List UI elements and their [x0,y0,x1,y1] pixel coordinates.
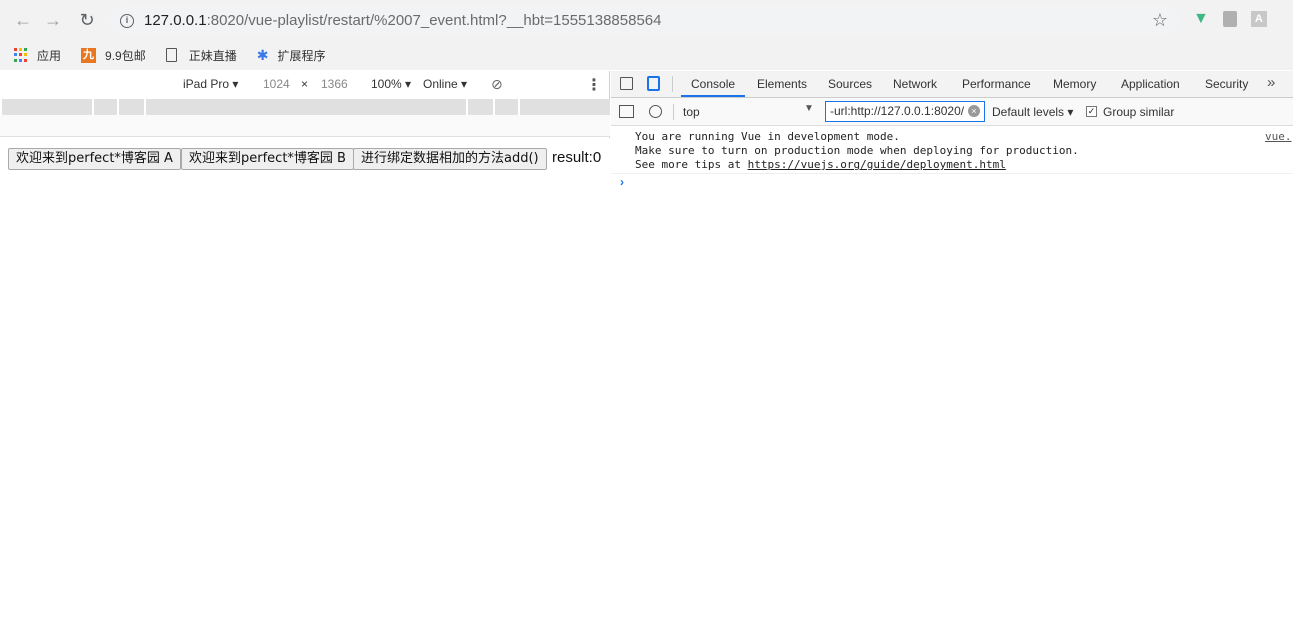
reload-button[interactable]: ↻ [72,5,102,35]
address-bar-row: ← → ↻ i 127.0.0.1:8020/vue-playlist/rest… [0,0,1293,40]
bookmarks-bar: 应用 九 9.9包邮 正妹直播 ✱ 扩展程序 [0,40,1293,70]
tab-console[interactable]: Console [691,77,735,91]
forward-button[interactable]: → [38,5,68,35]
bookmark-label: 9.9包邮 [105,48,146,63]
media-query-bar[interactable] [2,99,610,115]
tab-performance[interactable]: Performance [962,77,1031,91]
group-similar-checkbox[interactable]: ✓ [1086,106,1097,117]
more-options-icon[interactable]: ⋮ [586,75,602,95]
nine-logo-icon: 九 [81,47,97,63]
device-width[interactable]: 1024 [263,77,290,91]
divider [673,104,674,120]
url-host: 127.0.0.1 [144,12,207,29]
bookmark-label: 正妹直播 [188,48,237,63]
extension-icon[interactable] [1222,11,1237,27]
extension-icons: ▼ A [1193,10,1267,28]
console-line: You are running Vue in development mode. [635,130,900,143]
tab-application[interactable]: Application [1121,77,1180,91]
apps-grid-icon [14,48,28,62]
zoom-select[interactable]: 100% ▾ [371,77,411,91]
source-link[interactable]: vue. [1265,130,1292,143]
omnibox[interactable]: i 127.0.0.1:8020/vue-playlist/restart/%2… [110,6,1180,35]
log-levels-select[interactable]: Default levels ▾ [992,105,1073,119]
device-toggle-icon[interactable] [647,76,660,91]
rotate-icon[interactable]: ⊘ [491,76,503,93]
result-text: result:0 [552,149,602,166]
bookmark-9-9[interactable]: 九 9.9包邮 [81,47,146,64]
info-icon[interactable]: i [120,13,134,28]
inspect-element-icon[interactable] [620,77,633,90]
clear-console-icon[interactable] [649,105,662,118]
ruler-strip [0,115,610,137]
tab-network[interactable]: Network [893,77,937,91]
vue-devtools-icon[interactable]: ▼ [1193,10,1209,28]
more-tabs-icon[interactable]: » [1267,74,1275,91]
welcome-b-button[interactable]: 欢迎来到perfect*博客园 B [181,148,354,170]
device-select[interactable]: iPad Pro ▾ [183,77,238,91]
console-sidebar-icon[interactable] [619,105,634,118]
console-line: Make sure to turn on production mode whe… [635,144,1079,157]
console-prompt-icon[interactable]: › [620,175,624,189]
caret-down-icon[interactable]: ▼ [804,103,814,114]
group-similar-label: Group similar [1103,105,1175,119]
extension-a-icon[interactable]: A [1250,11,1267,27]
page-icon [165,48,177,62]
page-viewport: iPad Pro ▾ 1024 × 1366 100% ▾ Online ▾ ⊘… [0,71,610,642]
devtools-tab-bar: Console Elements Sources Network Perform… [611,71,1293,98]
bookmark-live[interactable]: 正妹直播 [165,47,237,64]
dimension-times: × [301,77,309,91]
back-button[interactable]: ← [8,5,38,35]
arrow-left-icon: ← [14,9,32,30]
tab-sources[interactable]: Sources [828,77,872,91]
add-method-button[interactable]: 进行绑定数据相加的方法add() [353,148,547,170]
device-toolbar: iPad Pro ▾ 1024 × 1366 100% ▾ Online ▾ ⊘… [0,71,609,98]
tab-elements[interactable]: Elements [757,77,807,91]
console-toolbar: top ▼ -url:http://127.0.0.1:8020/ × Defa… [611,98,1293,126]
bookmark-apps[interactable]: 应用 [14,47,61,64]
page-content: 欢迎来到perfect*博客园 A 欢迎来到perfect*博客园 B 进行绑定… [0,138,610,642]
network-throttle-select[interactable]: Online ▾ [423,77,467,91]
console-filter-input[interactable]: -url:http://127.0.0.1:8020/ [825,101,985,122]
context-select[interactable]: top [683,105,700,119]
bookmark-star-icon[interactable]: ☆ [1152,10,1168,31]
message-divider [611,173,1293,174]
deployment-link[interactable]: https://vuejs.org/guide/deployment.html [748,158,1006,171]
console-line: See more tips at https://vuejs.org/guide… [635,158,1006,171]
divider [672,76,673,92]
url-path: :8020/vue-playlist/restart/%2007_event.h… [206,12,662,29]
device-height[interactable]: 1366 [321,77,348,91]
console-message: You are running Vue in development mode.… [635,130,1079,172]
bookmark-label: 应用 [37,48,62,63]
tab-memory[interactable]: Memory [1053,77,1096,91]
reload-icon: ↻ [79,9,95,30]
bookmark-label: 扩展程序 [277,48,326,63]
bookmark-extensions[interactable]: ✱ 扩展程序 [257,47,326,64]
tab-security[interactable]: Security [1205,77,1248,91]
welcome-a-button[interactable]: 欢迎来到perfect*博客园 A [8,148,181,170]
clear-filter-icon[interactable]: × [968,105,980,117]
puzzle-icon: ✱ [256,46,269,63]
arrow-right-icon: → [44,9,62,30]
active-tab-indicator [681,95,745,97]
devtools-panel: Console Elements Sources Network Perform… [611,71,1293,642]
